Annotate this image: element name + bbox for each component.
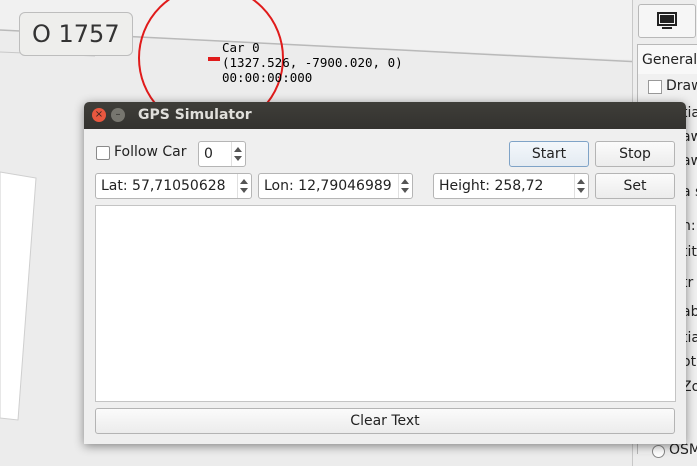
follow-car-label[interactable]: Follow Car (114, 144, 186, 160)
car-marker (208, 57, 220, 61)
spin-arrows[interactable] (398, 174, 412, 198)
car-time: 00:00:00:000 (222, 70, 313, 85)
map-object-label: O 1757 (19, 12, 133, 56)
clear-text-button[interactable]: Clear Text (95, 408, 675, 434)
title-bar[interactable]: × – GPS Simulator (84, 102, 686, 129)
spin-up-icon[interactable] (234, 147, 242, 152)
spin-down-icon[interactable] (577, 188, 585, 193)
height-spinbox[interactable]: Height: 258,72 (433, 173, 589, 199)
minimize-icon: – (115, 109, 121, 120)
osm-radio-label: OSM (669, 442, 697, 458)
car-position: (1327.526, -7900.020, 0) (222, 55, 403, 70)
spin-arrows[interactable] (574, 174, 588, 198)
draw-checkbox[interactable] (648, 80, 662, 94)
spin-up-icon[interactable] (401, 179, 409, 184)
longitude-spinbox[interactable]: Lon: 12,79046989 (258, 173, 413, 199)
close-icon: × (94, 109, 104, 120)
spin-arrows[interactable] (237, 174, 251, 198)
spin-up-icon[interactable] (577, 179, 585, 184)
panel-row-label: Draw (666, 78, 697, 94)
osm-radio[interactable] (652, 445, 665, 458)
spin-down-icon[interactable] (401, 188, 409, 193)
set-button[interactable]: Set (595, 173, 675, 199)
car-index-value: 0 (204, 146, 213, 162)
monitor-button[interactable] (638, 4, 696, 38)
car-name: Car 0 (222, 40, 260, 55)
monitor-icon (657, 12, 677, 29)
car-index-spinbox[interactable]: 0 (198, 141, 246, 167)
stop-button[interactable]: Stop (595, 141, 675, 167)
latitude-spinbox[interactable]: Lat: 57,71050628 (95, 173, 252, 199)
gps-simulator-window: × – GPS Simulator Follow Car 0 Start Sto… (84, 102, 686, 444)
tab-general[interactable]: General (637, 44, 697, 75)
follow-car-checkbox[interactable] (96, 146, 110, 160)
car-info: Car 0 (1327.526, -7900.020, 0) 00:00:00:… (222, 40, 403, 85)
log-textarea[interactable] (95, 205, 676, 402)
spin-down-icon[interactable] (240, 188, 248, 193)
window-title: GPS Simulator (138, 107, 252, 123)
height-value: Height: 258,72 (439, 178, 544, 194)
spin-up-icon[interactable] (240, 179, 248, 184)
minimize-button[interactable]: – (111, 108, 125, 122)
spin-arrows[interactable] (231, 142, 245, 166)
spin-down-icon[interactable] (234, 156, 242, 161)
latitude-value: Lat: 57,71050628 (101, 178, 226, 194)
close-button[interactable]: × (92, 108, 106, 122)
longitude-value: Lon: 12,79046989 (264, 178, 392, 194)
start-button[interactable]: Start (509, 141, 589, 167)
map-building (0, 171, 37, 421)
